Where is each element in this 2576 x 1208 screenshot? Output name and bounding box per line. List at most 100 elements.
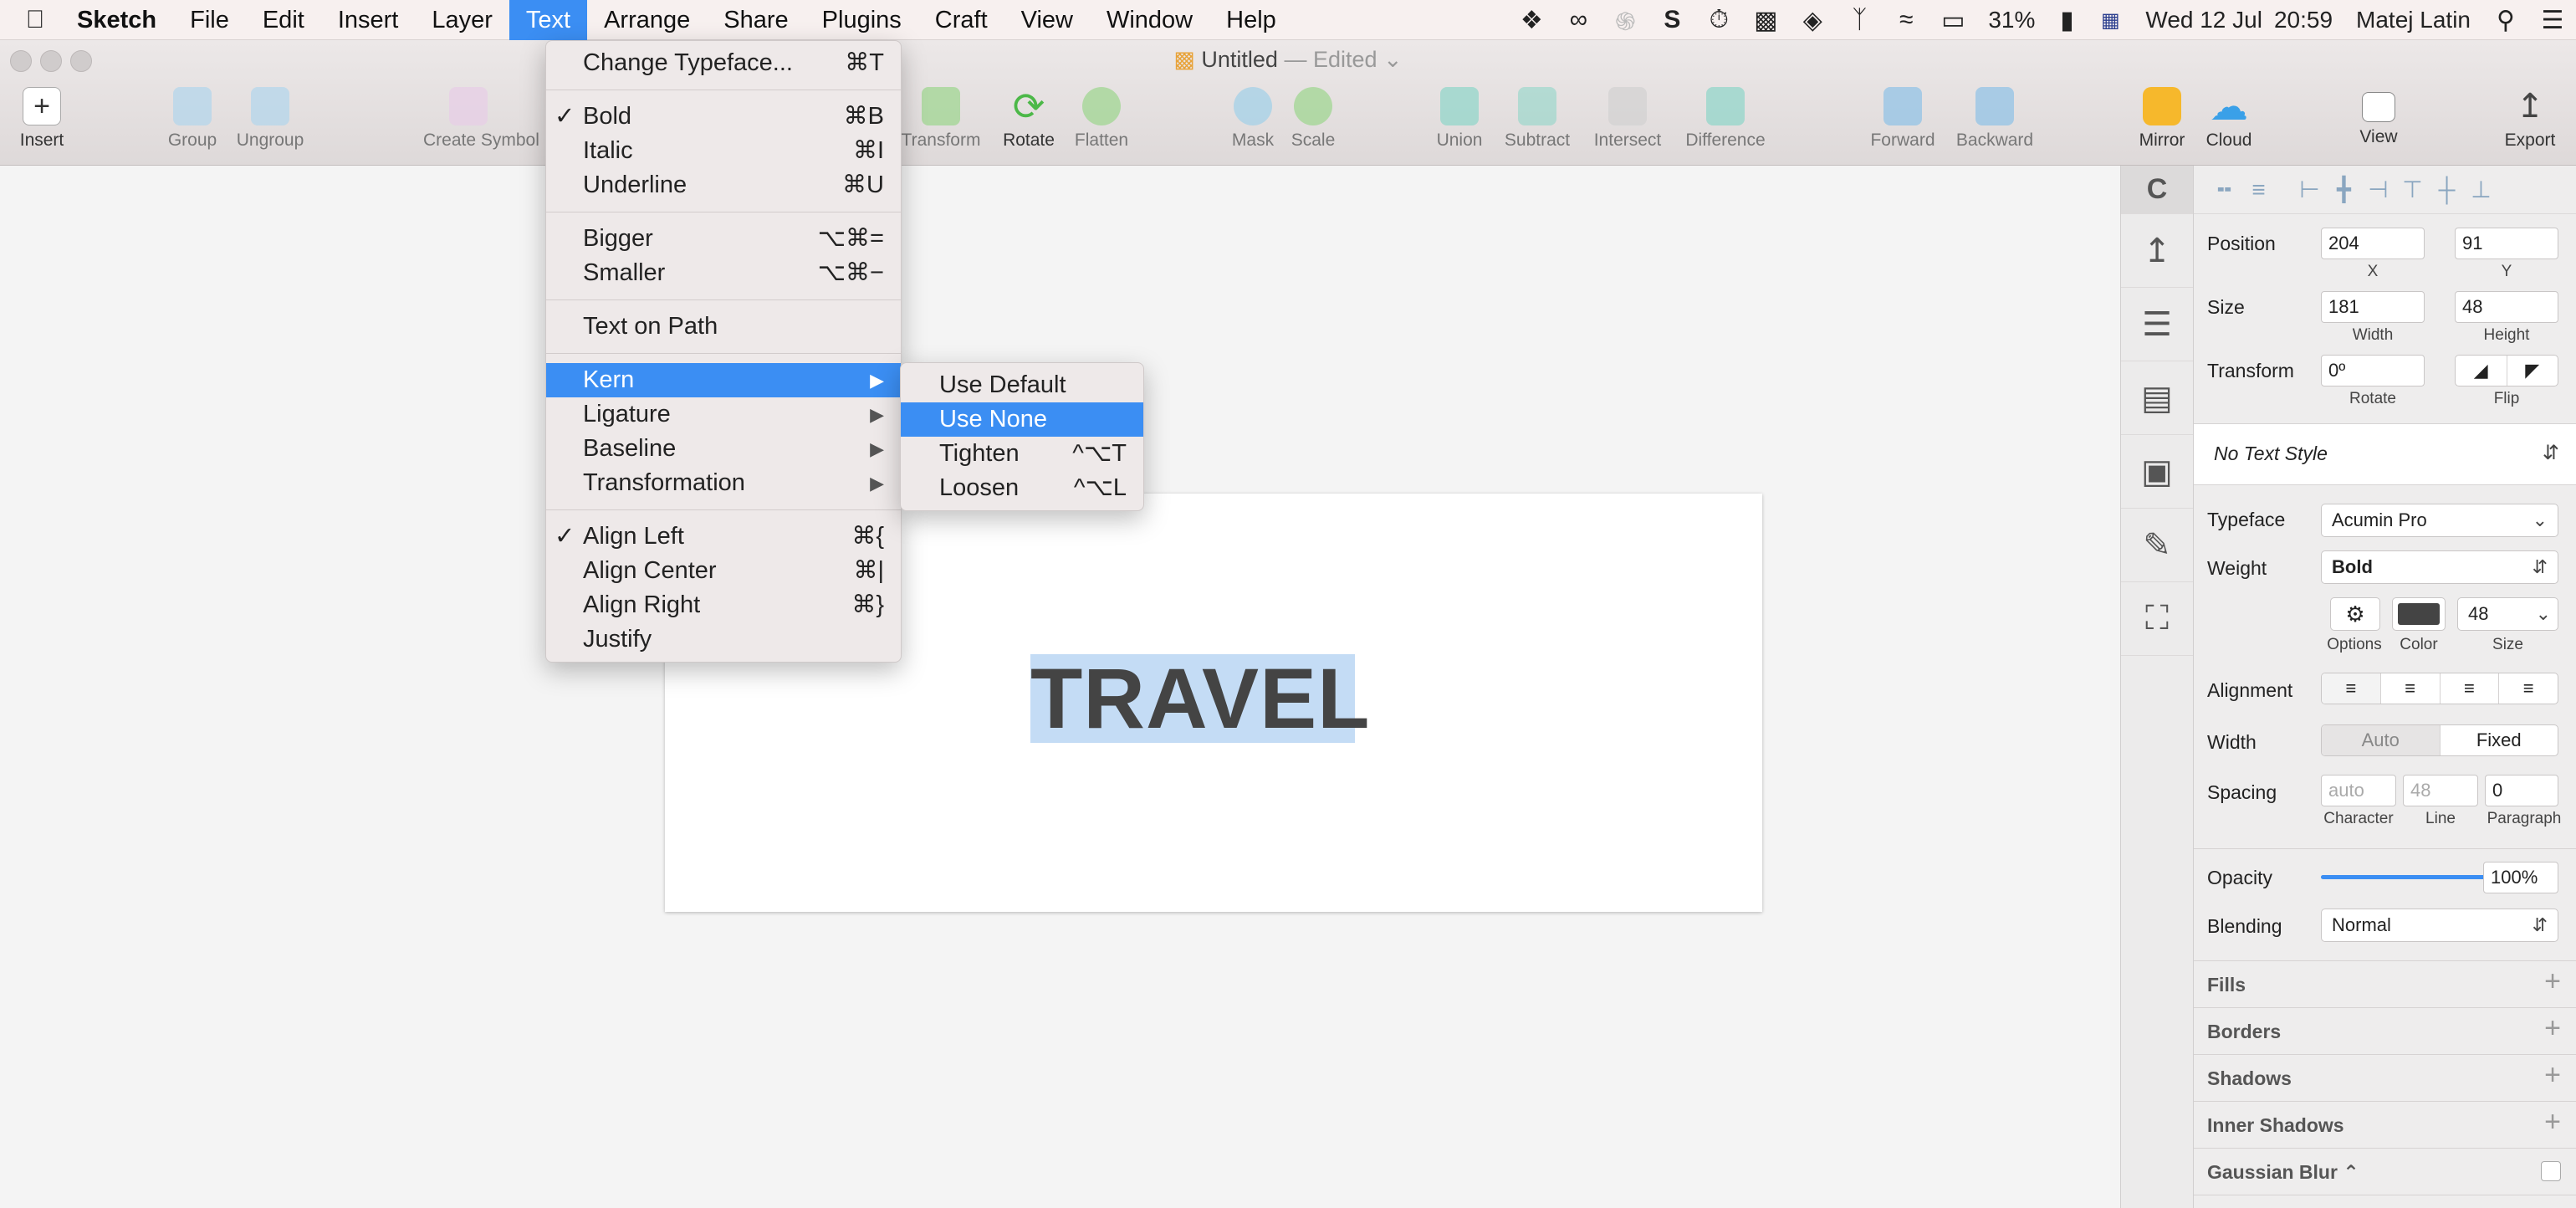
text-align-center-icon[interactable]: ≡: [2381, 673, 2441, 704]
opacity-field[interactable]: 100%: [2483, 862, 2558, 893]
menu-item-text-on-path[interactable]: Text on Path: [546, 310, 901, 344]
difference-button[interactable]: Difference: [1679, 87, 1771, 151]
align-center-h-icon[interactable]: ╋: [2327, 176, 2361, 203]
blending-dropdown[interactable]: Normal ⇵: [2321, 909, 2558, 942]
dropbox-icon[interactable]: ❖: [1508, 0, 1555, 40]
binoculars-icon[interactable]: ◈: [1789, 0, 1836, 40]
components-tab-icon[interactable]: ▣: [2121, 435, 2193, 509]
backward-button[interactable]: Backward: [1949, 87, 2041, 151]
menu-share[interactable]: Share: [707, 0, 805, 40]
align-right-icon[interactable]: ⊣: [2361, 176, 2395, 203]
menu-item-change-typeface[interactable]: Change Typeface... ⌘T: [546, 46, 901, 80]
intersect-button[interactable]: Intersect: [1582, 87, 1674, 151]
shadows-section-title[interactable]: Shadows: [2207, 1067, 2292, 1090]
document-title[interactable]: Untitled: [1201, 47, 1278, 72]
transform-button[interactable]: Transform: [895, 87, 987, 151]
menu-item-align-right[interactable]: Align Right ⌘}: [546, 588, 901, 622]
menu-plugins[interactable]: Plugins: [805, 0, 918, 40]
menu-item-bold[interactable]: ✓ Bold ⌘B: [546, 100, 901, 134]
menu-item-baseline[interactable]: Baseline ▶: [546, 432, 901, 466]
menu-item-align-left[interactable]: ✓ Align Left ⌘{: [546, 520, 901, 554]
menu-item-tighten[interactable]: Tighten ^⌥T: [901, 437, 1143, 471]
upload-tab-icon[interactable]: ↥: [2121, 214, 2193, 288]
width-field[interactable]: 181: [2321, 291, 2425, 323]
distribute-vertical-icon[interactable]: ≡: [2241, 177, 2276, 203]
bluetooth-icon[interactable]: ᛉ: [1836, 0, 1883, 40]
width-auto-option[interactable]: Auto: [2322, 725, 2441, 755]
view-button[interactable]: View: [2333, 87, 2425, 147]
menu-window[interactable]: Window: [1090, 0, 1209, 40]
gaussian-blur-checkbox[interactable]: [2541, 1161, 2561, 1181]
creative-cloud-icon[interactable]: ∞: [1555, 0, 1602, 40]
briefcase-icon[interactable]: ▩: [1742, 0, 1789, 40]
menu-help[interactable]: Help: [1209, 0, 1293, 40]
menu-item-use-default[interactable]: Use Default: [901, 368, 1143, 402]
fills-section-title[interactable]: Fills: [2207, 974, 2246, 996]
weight-dropdown[interactable]: Bold ⇵: [2321, 550, 2558, 584]
menu-item-bigger[interactable]: Bigger ⌥⌘=: [546, 222, 901, 256]
clock-date[interactable]: Wed 12 Jul: [2134, 7, 2274, 33]
character-spacing-field[interactable]: auto: [2321, 775, 2396, 806]
layers-tab-icon[interactable]: ☰: [2121, 288, 2193, 361]
menu-insert[interactable]: Insert: [321, 0, 416, 40]
menu-layer[interactable]: Layer: [415, 0, 509, 40]
add-fill-plus-icon[interactable]: +: [2544, 965, 2561, 998]
borders-section-title[interactable]: Borders: [2207, 1021, 2281, 1043]
menu-item-use-none[interactable]: Use None: [901, 402, 1143, 437]
ungroup-button[interactable]: Ungroup: [224, 87, 316, 151]
user-name[interactable]: Matej Latin: [2344, 7, 2482, 33]
selected-text-layer[interactable]: TRAVEL: [1030, 654, 1369, 743]
chevron-down-icon[interactable]: ⌄: [1383, 47, 1403, 72]
line-height-field[interactable]: 48: [2403, 775, 2478, 806]
menu-file[interactable]: File: [173, 0, 246, 40]
align-top-icon[interactable]: ⊤: [2395, 176, 2430, 203]
craft-tab-icon[interactable]: C: [2121, 166, 2193, 214]
scale-button[interactable]: Scale: [1267, 87, 1359, 151]
text-align-justify-icon[interactable]: ≡: [2499, 673, 2558, 704]
clock-time[interactable]: 20:59: [2274, 7, 2344, 33]
align-middle-icon[interactable]: ┼: [2430, 177, 2464, 203]
align-bottom-icon[interactable]: ⊥: [2464, 176, 2498, 203]
menu-view[interactable]: View: [1004, 0, 1090, 40]
align-left-icon[interactable]: ⊢: [2292, 176, 2327, 203]
battery-icon[interactable]: ▮: [2047, 0, 2087, 40]
add-inner-shadow-plus-icon[interactable]: +: [2544, 1106, 2561, 1139]
text-style-picker[interactable]: No Text Style ⇵: [2194, 423, 2576, 485]
menu-item-transformation[interactable]: Transformation ▶: [546, 466, 901, 500]
menu-item-justify[interactable]: Justify: [546, 622, 901, 657]
apple-icon[interactable]: : [10, 6, 60, 34]
menu-edit[interactable]: Edit: [246, 0, 321, 40]
subtract-button[interactable]: Subtract: [1491, 87, 1583, 151]
menu-app-sketch[interactable]: Sketch: [60, 0, 173, 40]
options-gear-icon[interactable]: ⚙: [2330, 597, 2380, 631]
menu-item-align-center[interactable]: Align Center ⌘|: [546, 554, 901, 588]
menu-item-smaller[interactable]: Smaller ⌥⌘−: [546, 256, 901, 290]
wifi-icon[interactable]: ≈: [1883, 0, 1929, 40]
insert-button[interactable]: + Insert: [0, 87, 88, 151]
menu-item-italic[interactable]: Italic ⌘I: [546, 134, 901, 168]
gaussian-blur-section-title[interactable]: Gaussian Blur ⌃: [2207, 1161, 2359, 1184]
typeface-dropdown[interactable]: Acumin Pro ⌄: [2321, 504, 2558, 537]
font-size-combo[interactable]: 48 ⌄: [2457, 597, 2558, 631]
add-border-plus-icon[interactable]: +: [2544, 1012, 2561, 1045]
spotlight-search-icon[interactable]: ⚲: [2482, 0, 2529, 40]
forward-button[interactable]: Forward: [1857, 87, 1949, 151]
text-align-right-icon[interactable]: ≡: [2441, 673, 2500, 704]
rotate-field[interactable]: 0º: [2321, 355, 2425, 386]
airplay-icon[interactable]: ▭: [1929, 0, 1976, 40]
flip-vertical-icon[interactable]: ◤: [2507, 356, 2558, 386]
menu-text[interactable]: Text: [509, 0, 588, 40]
menu-item-loosen[interactable]: Loosen ^⌥L: [901, 471, 1143, 505]
width-fixed-option[interactable]: Fixed: [2441, 725, 2558, 755]
add-image-tab-icon[interactable]: ⛶: [2121, 582, 2193, 656]
s-app-icon[interactable]: S: [1648, 0, 1695, 40]
flatten-button[interactable]: Flatten: [1055, 87, 1147, 151]
position-y-field[interactable]: 91: [2455, 228, 2558, 259]
distribute-horizontal-icon[interactable]: ╍: [2207, 176, 2241, 203]
edit-tab-icon[interactable]: ✎: [2121, 509, 2193, 582]
menu-item-ligature[interactable]: Ligature ▶: [546, 397, 901, 432]
create-symbol-button[interactable]: Create Symbol: [423, 87, 539, 151]
inner-shadows-section-title[interactable]: Inner Shadows: [2207, 1114, 2344, 1137]
text-align-left-icon[interactable]: ≡: [2322, 673, 2381, 704]
notification-center-icon[interactable]: ☰: [2529, 0, 2576, 40]
